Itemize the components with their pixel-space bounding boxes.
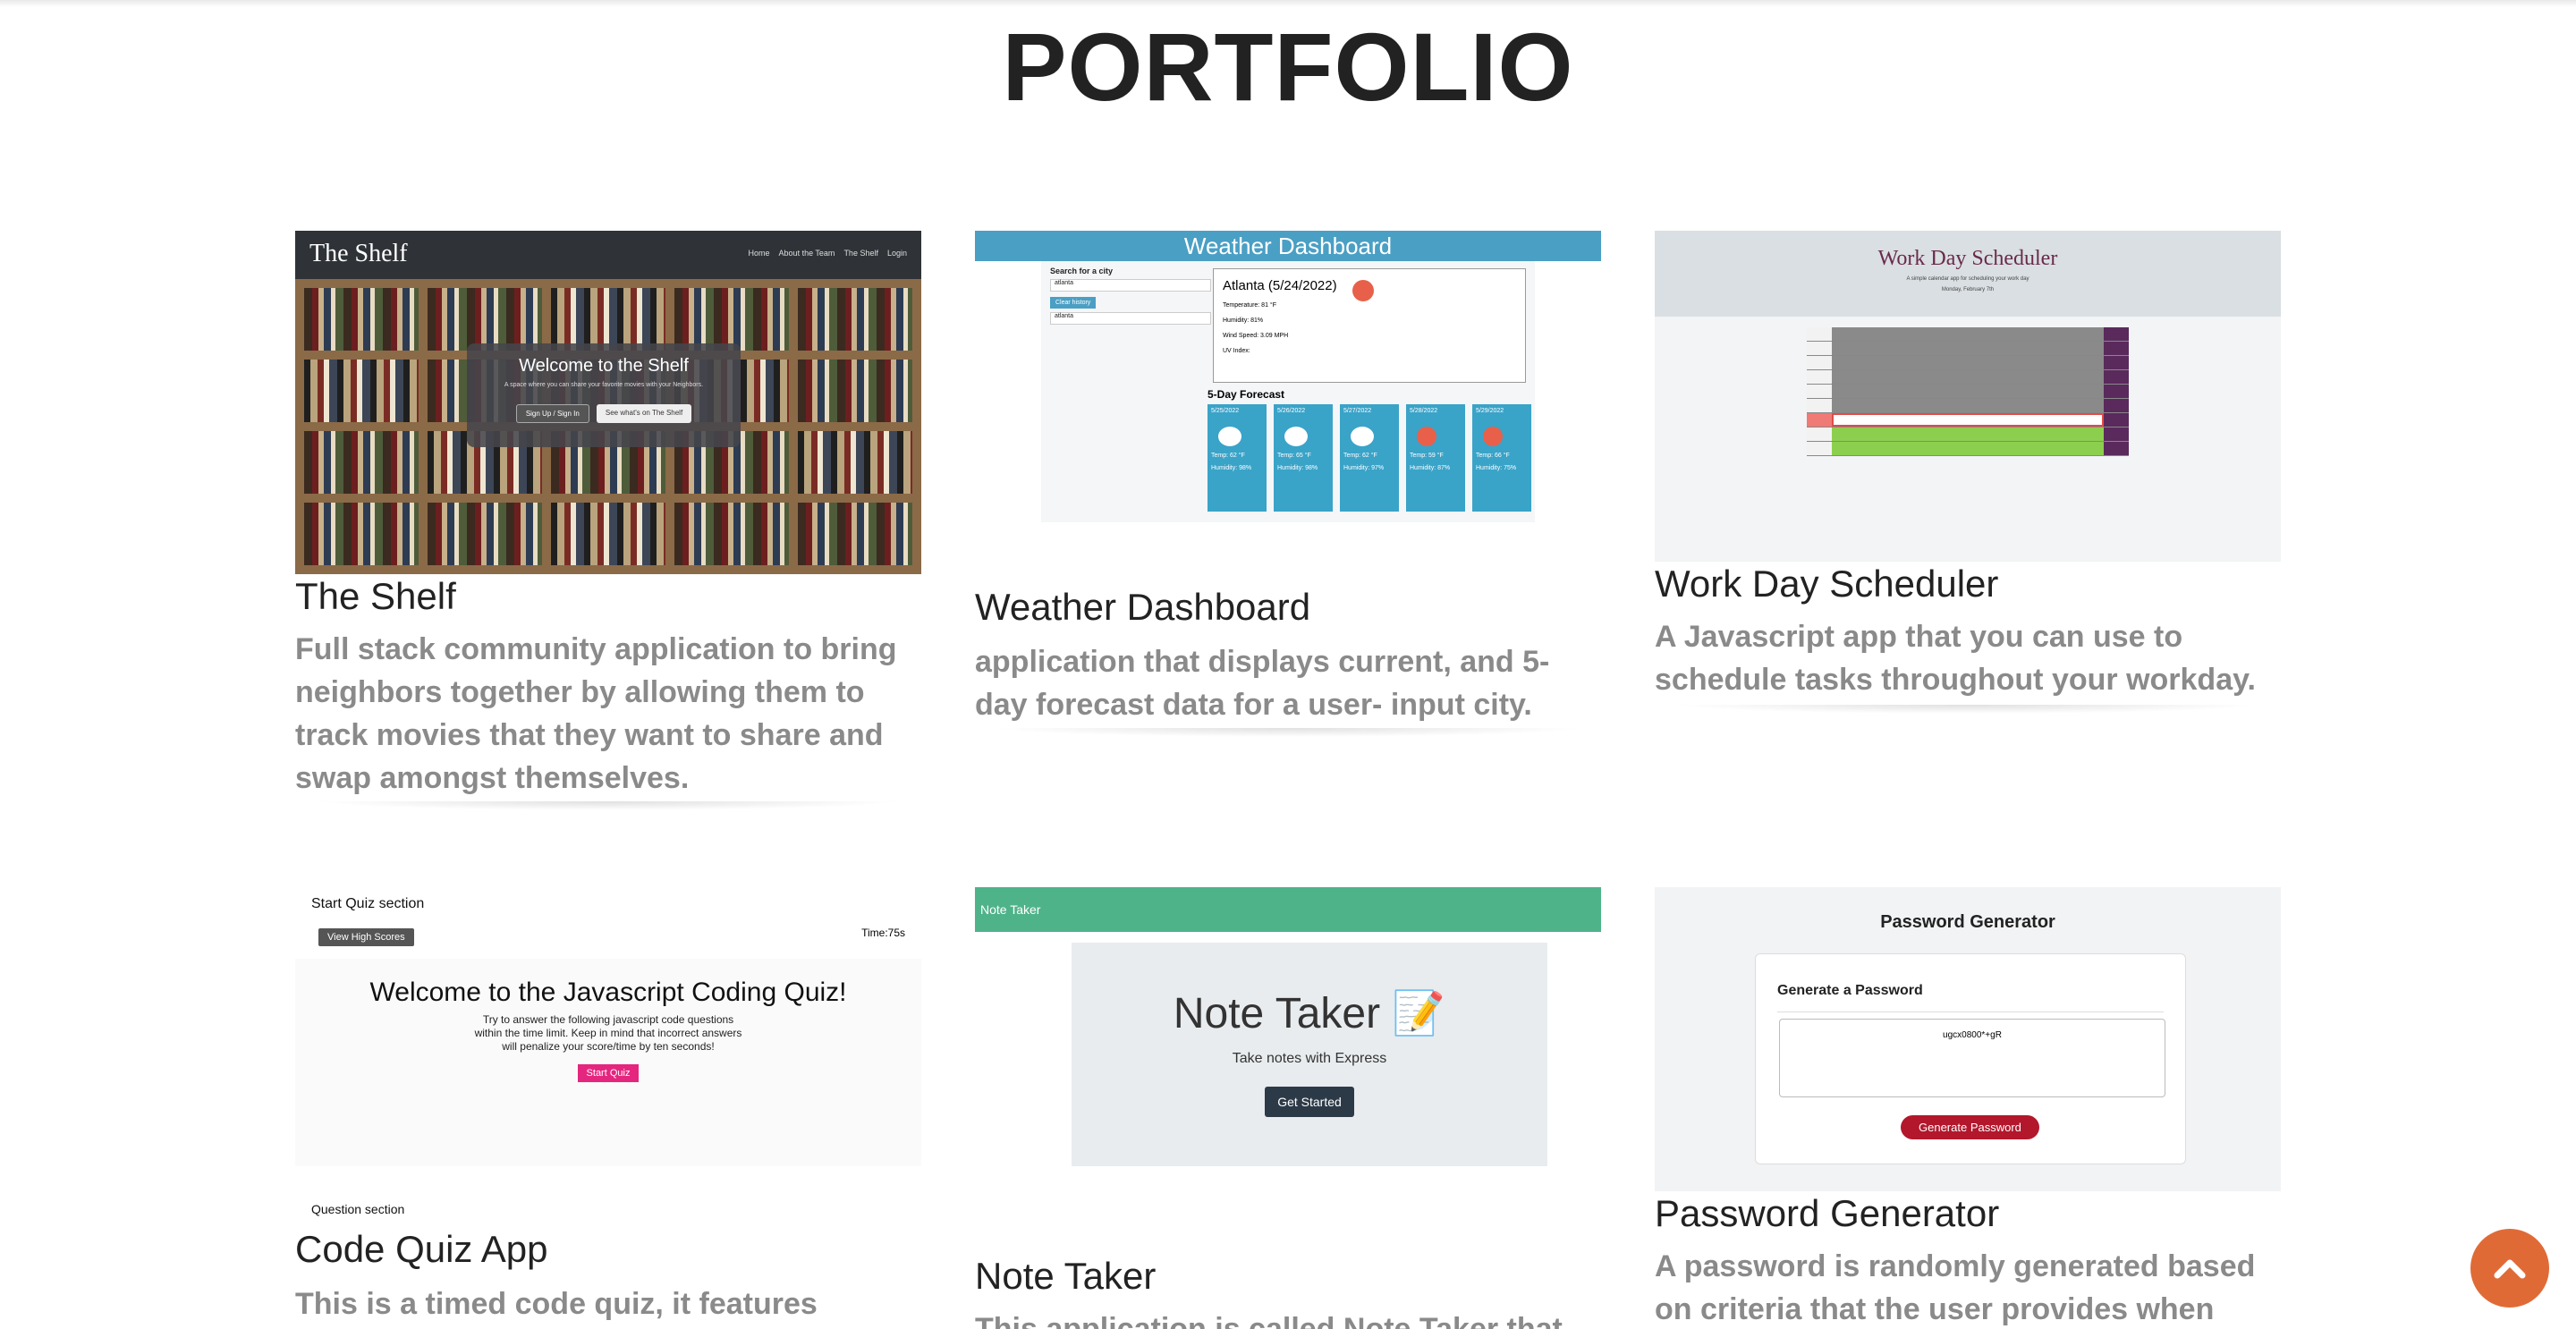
project-card-password-generator[interactable]: Password Generator Generate a Password u… — [1655, 887, 2281, 1329]
thumb-welcome-panel: Welcome to the Shelf A space where you c… — [467, 343, 741, 447]
project-title[interactable]: Work Day Scheduler — [1655, 562, 1998, 606]
page-title: PORTFOLIO — [1002, 13, 1574, 121]
project-title[interactable]: Weather Dashboard — [975, 585, 1310, 630]
card-shadow — [993, 728, 1583, 737]
sun-icon — [1352, 280, 1374, 301]
project-thumbnail[interactable]: Weather Dashboard Search for a city atla… — [975, 231, 1601, 522]
project-thumbnail[interactable]: Work Day Scheduler A simple calendar app… — [1655, 231, 2281, 562]
project-card-note-taker[interactable]: Note Taker Note Taker 📝 Take notes with … — [975, 887, 1601, 1329]
project-description: This application is called Note Taker th… — [975, 1312, 1563, 1329]
scheduler-grid — [1807, 327, 2129, 456]
card-shadow — [1673, 705, 2263, 714]
project-card-the-shelf[interactable]: The Shelf Home About the Team The Shelf Log… — [295, 231, 921, 810]
project-title[interactable]: The Shelf — [295, 574, 456, 619]
project-card-code-quiz[interactable]: Start Quiz section View High Scores Time… — [295, 887, 921, 1329]
back-to-top-button[interactable] — [2470, 1229, 2549, 1308]
chevron-up-icon — [2494, 1259, 2526, 1279]
project-thumbnail[interactable]: Note Taker Note Taker 📝 Take notes with … — [975, 887, 1601, 1209]
project-thumbnail[interactable]: The Shelf Home About the Team The Shelf Log… — [295, 231, 921, 574]
project-thumbnail[interactable]: Start Quiz section View High Scores Time… — [295, 887, 921, 1223]
card-shadow — [313, 801, 903, 810]
project-description: application that displays current, and 5… — [975, 645, 1550, 722]
project-title[interactable]: Code Quiz App — [295, 1227, 548, 1272]
project-card-work-day-scheduler[interactable]: Work Day Scheduler A simple calendar app… — [1655, 231, 2281, 714]
view-high-scores-button: View High Scores — [318, 928, 414, 946]
thumb-header: Weather Dashboard — [975, 231, 1601, 261]
project-description: Full stack community application to brin… — [295, 632, 897, 795]
thumb-navbar: The Shelf Home About the Team The Shelf Log… — [295, 231, 921, 279]
project-description: A password is randomly generated based o… — [1655, 1249, 2256, 1326]
project-title[interactable]: Password Generator — [1655, 1191, 1999, 1236]
project-thumbnail[interactable]: Password Generator Generate a Password u… — [1655, 887, 2281, 1191]
header-shadow — [0, 0, 2576, 7]
project-title[interactable]: Note Taker — [975, 1254, 1156, 1299]
project-card-weather-dashboard[interactable]: Weather Dashboard Search for a city atla… — [975, 231, 1601, 737]
project-description: This is a timed code quiz, it features — [295, 1287, 818, 1321]
project-description: A Javascript app that you can use to sch… — [1655, 620, 2256, 697]
